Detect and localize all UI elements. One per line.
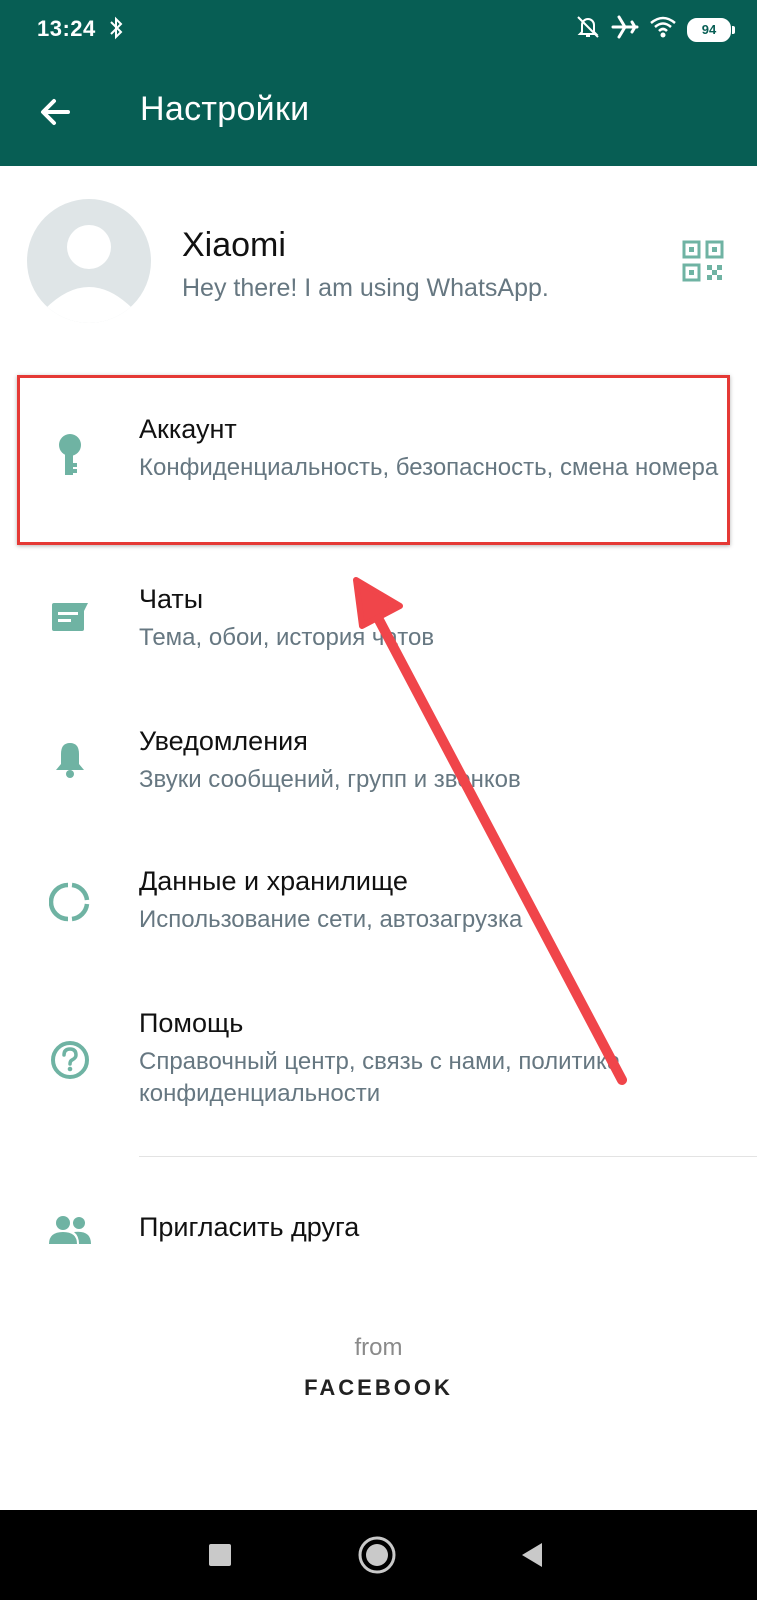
bell-icon [46, 736, 94, 784]
back-button[interactable] [34, 90, 78, 134]
help-icon [46, 1036, 94, 1084]
profile-name: Xiaomi [182, 226, 286, 264]
divider [139, 1156, 757, 1157]
mute-icon [575, 14, 601, 45]
recents-button[interactable] [200, 1535, 240, 1575]
invite-friend-item[interactable]: Пригласить друга [0, 1180, 757, 1280]
app-bar: Настройки [0, 58, 757, 166]
square-icon [209, 1544, 231, 1566]
settings-item-title: Уведомления [139, 726, 308, 756]
settings-item-notifications[interactable]: Уведомления Звуки сообщений, групп и зво… [0, 700, 757, 830]
bluetooth-icon [108, 15, 124, 46]
settings-item-subtitle: Звуки сообщений, групп и звонков [139, 766, 521, 793]
settings-item-subtitle: Тема, обои, история чатов [139, 624, 435, 651]
settings-item-title: Чаты [139, 584, 204, 614]
circle-icon [358, 1536, 396, 1574]
settings-item-title: Данные и хранилище [139, 866, 408, 896]
facebook-brand: FACEBOOK [304, 1375, 453, 1400]
settings-item-storage[interactable]: Данные и хранилище Использование сети, а… [0, 840, 757, 970]
airplane-icon [611, 14, 639, 45]
settings-item-title: Помощь [139, 1008, 244, 1038]
profile-section[interactable]: Xiaomi Hey there! I am using WhatsApp. [0, 166, 757, 348]
system-nav-bar [0, 1510, 757, 1600]
data-usage-icon [46, 878, 94, 926]
status-icons: 94 [575, 14, 735, 45]
invite-friend-label: Пригласить друга [139, 1212, 360, 1242]
battery-icon: 94 [687, 17, 735, 42]
qr-code-button[interactable] [681, 239, 725, 283]
chat-icon [46, 594, 94, 642]
home-button[interactable] [357, 1535, 397, 1575]
triangle-back-icon [522, 1543, 542, 1567]
status-bar: 13:24 94 [0, 0, 757, 58]
profile-status: Hey there! I am using WhatsApp. [182, 274, 549, 302]
from-label: from [354, 1334, 403, 1361]
avatar[interactable] [27, 199, 151, 323]
wifi-icon [649, 15, 677, 44]
qr-code-icon [682, 240, 724, 282]
people-icon [46, 1206, 94, 1254]
back-nav-button[interactable] [512, 1535, 552, 1575]
status-time: 13:24 [37, 16, 96, 41]
page-title: Настройки [140, 90, 310, 128]
highlight-box [17, 375, 730, 545]
settings-item-chats[interactable]: Чаты Тема, обои, история чатов [0, 558, 757, 688]
settings-item-subtitle: Справочный центр, связь с нами, политика… [139, 1048, 621, 1107]
settings-item-subtitle: Использование сети, автозагрузка [139, 906, 523, 933]
arrow-back-icon [41, 99, 70, 125]
settings-item-help[interactable]: Помощь Справочный центр, связь с нами, п… [0, 980, 757, 1140]
